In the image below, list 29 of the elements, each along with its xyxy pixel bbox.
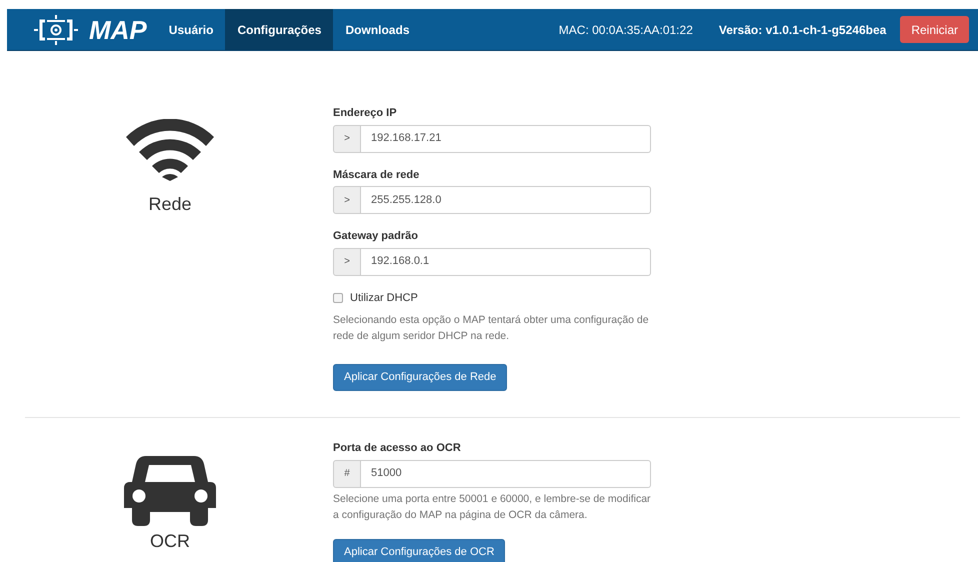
input-field[interactable]: 51000	[361, 460, 651, 488]
field-label: Gateway padrão	[333, 229, 419, 244]
brand-name: MAP	[89, 16, 147, 42]
input-addon: >	[333, 124, 361, 152]
car-icon	[124, 456, 216, 526]
input-field[interactable]: 255.255.128.0	[361, 186, 651, 214]
input-addon: #	[333, 460, 361, 488]
field-label: Endereço IP	[333, 106, 398, 121]
section-title: Rede	[148, 193, 192, 216]
help-text: Selecione uma porta entre 50001 e 60000, e lembre-se de modificar a configuração do MAP na página de OCR da câmera.	[333, 492, 651, 522]
restart-button[interactable]: Reiniciar	[900, 16, 969, 43]
field-label: Máscara de rede	[333, 168, 420, 182]
input-field[interactable]: 192.168.17.21	[361, 124, 651, 152]
version-text: Versão: v1.0.1-ch-1-g5246bea	[718, 22, 886, 38]
wifi-icon	[126, 119, 214, 181]
input-field[interactable]: 192.168.0.1	[361, 248, 651, 276]
nav-tab[interactable]: Usuário	[156, 9, 226, 50]
input-addon: >	[333, 186, 361, 214]
input-addon: >	[333, 248, 361, 276]
mac-address: MAC: 00:0A:35:AA:01:22	[558, 22, 693, 38]
help-text: Selecionando esta opção o MAP tentará obter uma configuração de rede de algum seridor DHCP na rede.	[333, 313, 650, 344]
section-title: OCR	[150, 530, 190, 553]
field-label: Porta de acesso ao OCR	[333, 441, 462, 456]
dhcp-checkbox[interactable]: Utilizar DHCP	[333, 290, 651, 306]
logo-icon	[33, 14, 79, 44]
apply-button[interactable]: Aplicar Configurações de OCR	[333, 538, 506, 562]
nav-tab[interactable]: Configurações	[225, 9, 334, 50]
nav-tab[interactable]: Downloads	[333, 9, 422, 50]
apply-button[interactable]: Aplicar Configurações de Rede	[333, 364, 508, 391]
